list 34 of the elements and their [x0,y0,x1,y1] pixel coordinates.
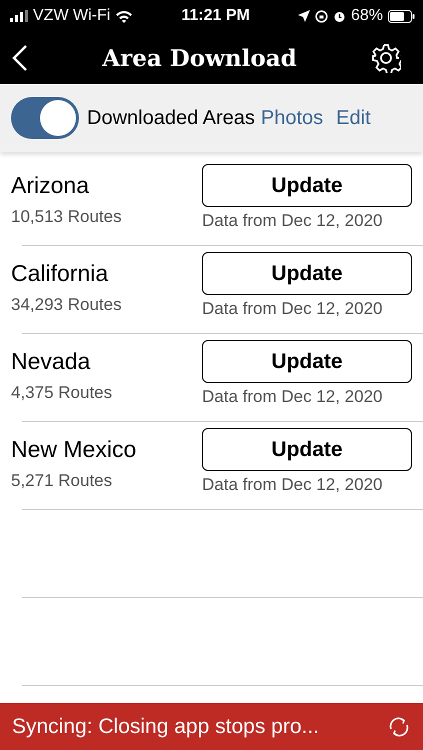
alarm-icon [332,10,346,22]
battery-icon [388,10,415,22]
toolbar-link[interactable]: Edit [336,106,371,130]
data-date: Data from Dec 12, 2020 [202,475,384,495]
settings-icon[interactable] [370,43,401,73]
area-name: New Mexico [11,436,136,463]
data-date: Data from Dec 12, 2020 [202,387,384,407]
toggle-label: Downloaded Areas [87,106,255,130]
toolbar-link[interactable]: Photos [260,106,324,130]
signal-icon [10,10,28,22]
update-button[interactable]: Update [202,252,412,295]
route-count: 5,271 Routes [11,471,114,491]
area-name: Arizona [11,172,90,199]
clock-time: 11:21 PM [181,7,250,25]
update-button[interactable]: Update [202,340,412,383]
location-icon [298,10,310,22]
back-icon[interactable] [12,44,28,72]
page-title: Area Download [102,44,297,72]
area-name: Nevada [11,348,92,375]
data-date: Data from Dec 12, 2020 [202,211,384,231]
rotation-lock-icon [314,10,328,22]
data-date: Data from Dec 12, 2020 [202,299,384,319]
toggle-switch[interactable] [11,97,79,139]
carrier-name: VZW Wi-Fi [33,7,110,25]
update-button[interactable]: Update [202,428,412,471]
update-button[interactable]: Update [202,164,412,207]
battery-percent: 68% [350,7,383,25]
route-count: 4,375 Routes [11,383,112,403]
route-count: 10,513 Routes [11,207,122,227]
sync-icon[interactable] [387,714,411,738]
sync-message: Syncing: Closing app stops pro... [12,714,320,738]
wifi-icon [115,10,134,22]
area-name: California [11,260,110,287]
route-count: 34,293 Routes [11,295,122,315]
